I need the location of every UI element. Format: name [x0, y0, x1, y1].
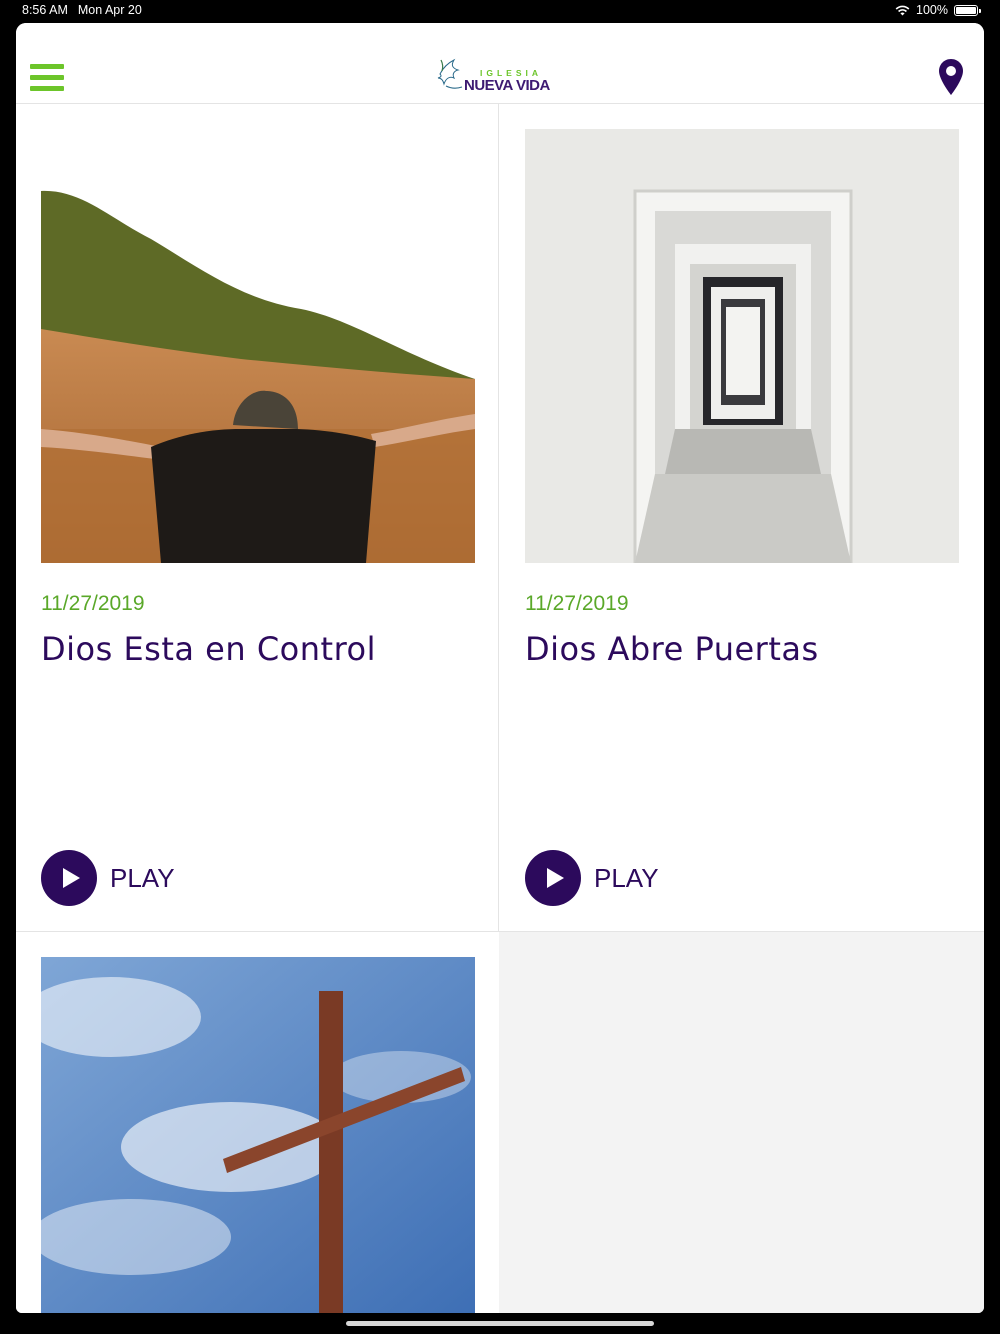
- logo-large-text: NUEVA VIDA: [464, 77, 550, 94]
- sermon-card[interactable]: [16, 932, 498, 1313]
- empty-grid-cell: [499, 932, 984, 1313]
- wifi-icon: [895, 5, 910, 15]
- field-arms-image: [41, 129, 475, 563]
- play-icon[interactable]: [525, 850, 581, 906]
- sermon-thumbnail[interactable]: [525, 129, 959, 563]
- status-time: 8:56 AM: [22, 3, 68, 17]
- play-label[interactable]: PLAY: [594, 863, 659, 894]
- sermon-thumbnail[interactable]: [41, 957, 475, 1313]
- sermon-card[interactable]: 11/27/2019 Dios Esta en Control PLAY: [16, 104, 498, 931]
- play-button[interactable]: PLAY: [41, 850, 175, 906]
- sermon-date: 11/27/2019: [525, 592, 629, 615]
- app-screen: IGLESIA NUEVA VIDA 11/27/2019 Dios Esta …: [16, 23, 984, 1313]
- doorways-image: [525, 129, 959, 563]
- battery-icon: [954, 4, 981, 16]
- play-icon[interactable]: [41, 850, 97, 906]
- home-indicator[interactable]: [346, 1321, 654, 1326]
- location-pin-icon[interactable]: [938, 58, 964, 96]
- sermon-title[interactable]: Dios Abre Puertas: [525, 630, 819, 668]
- top-navbar: IGLESIA NUEVA VIDA: [16, 23, 984, 104]
- sermon-date: 11/27/2019: [41, 592, 145, 615]
- sermon-title[interactable]: Dios Esta en Control: [41, 630, 376, 668]
- church-logo: IGLESIA NUEVA VIDA: [436, 56, 560, 96]
- status-bar: 8:56 AM Mon Apr 20 100%: [0, 0, 1000, 22]
- play-button[interactable]: PLAY: [525, 850, 659, 906]
- sermon-card[interactable]: 11/27/2019 Dios Abre Puertas PLAY: [500, 104, 984, 931]
- play-label[interactable]: PLAY: [110, 863, 175, 894]
- sermon-thumbnail[interactable]: [41, 129, 475, 563]
- battery-percent: 100%: [916, 3, 948, 17]
- sermon-grid: 11/27/2019 Dios Esta en Control PLAY 11/…: [16, 104, 984, 1313]
- grid-divider-vertical: [498, 104, 499, 931]
- hamburger-menu-icon[interactable]: [30, 64, 64, 91]
- status-date: Mon Apr 20: [77, 3, 142, 17]
- dove-icon: [437, 58, 463, 89]
- cross-sky-image: [41, 957, 475, 1313]
